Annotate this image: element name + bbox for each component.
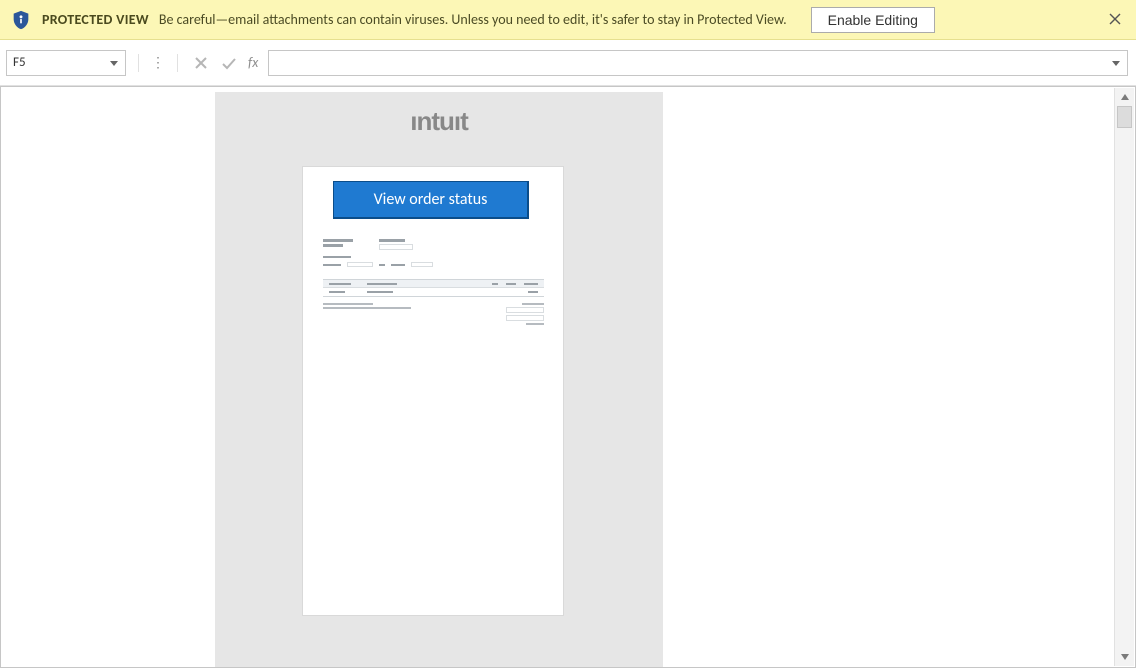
enable-editing-button[interactable]: Enable Editing <box>811 7 935 33</box>
worksheet-canvas[interactable]: ıntuıt View order status <box>2 88 1111 666</box>
embedded-page-background: ıntuıt View order status <box>215 92 663 668</box>
invoice-thumbnail <box>323 239 544 354</box>
more-options-icon[interactable]: ⋮ <box>151 54 165 71</box>
enter-formula-button[interactable] <box>218 52 240 74</box>
shield-icon <box>10 8 32 32</box>
formula-bar-row: F5 ⋮ fx <box>0 40 1136 86</box>
scrollbar-track[interactable] <box>1115 106 1134 648</box>
brand-logo-text: ıntuıt <box>215 106 663 137</box>
separator <box>138 54 139 72</box>
vertical-scrollbar[interactable] <box>1114 88 1134 666</box>
separator <box>177 54 178 72</box>
fx-label[interactable]: fx <box>248 54 258 71</box>
protected-view-message: Be careful—email attachments can contain… <box>159 11 787 28</box>
scroll-down-button[interactable] <box>1115 648 1134 666</box>
scrollbar-thumb[interactable] <box>1117 106 1132 128</box>
chevron-down-icon[interactable] <box>1111 58 1121 68</box>
cancel-formula-button[interactable] <box>190 52 212 74</box>
protected-view-title: PROTECTED VIEW <box>42 11 149 28</box>
chevron-down-icon <box>109 58 119 68</box>
view-order-status-button[interactable]: View order status <box>333 181 529 219</box>
close-icon[interactable] <box>1108 12 1122 26</box>
formula-input[interactable] <box>268 50 1128 76</box>
worksheet-viewport: ıntuıt View order status <box>0 86 1136 668</box>
name-box-value: F5 <box>13 55 109 70</box>
protected-view-banner: PROTECTED VIEW Be careful—email attachme… <box>0 0 1136 40</box>
name-box[interactable]: F5 <box>6 50 126 76</box>
scroll-up-button[interactable] <box>1115 88 1134 106</box>
document-card: View order status <box>302 166 564 616</box>
